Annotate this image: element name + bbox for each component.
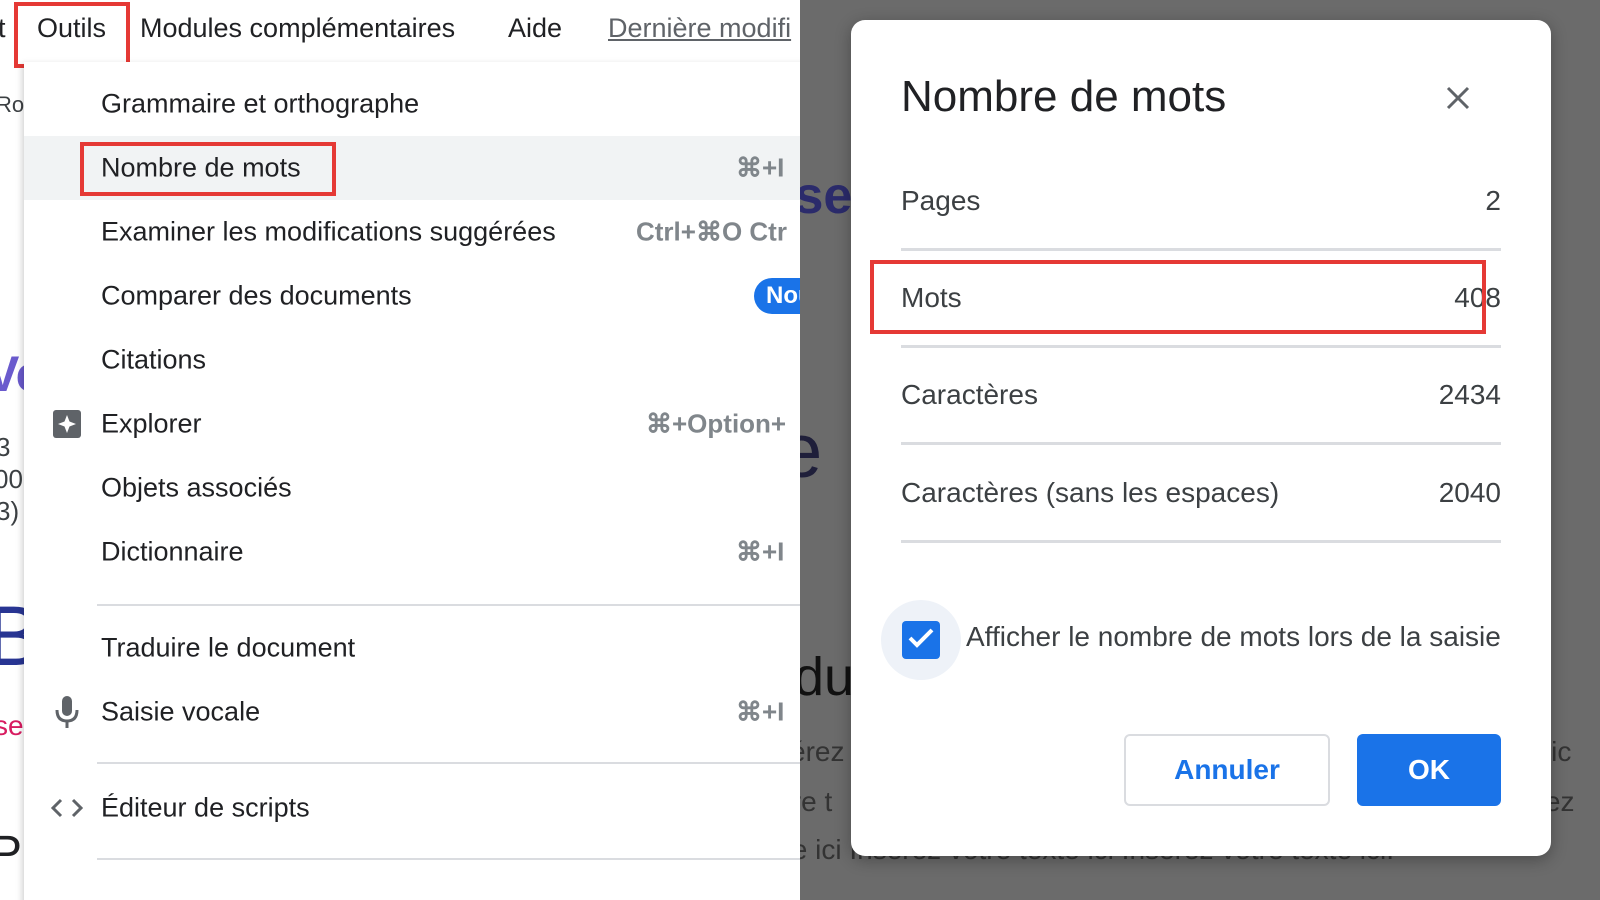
menu-item-shortcut: ⌘+I [736,696,785,727]
stat-value: 2040 [1438,477,1501,508]
show-word-count-checkbox[interactable] [902,621,940,659]
stat-row-pages: Pages 2 [901,152,1501,250]
menu-divider [97,858,800,860]
doc-fragment: tre t [800,786,833,817]
menu-item-label: Objets associés [101,472,292,503]
menu-divider [97,604,800,606]
menu-item-citations[interactable]: Citations [24,328,800,392]
dialog-title: Nombre de mots [901,72,1227,121]
menu-item-label: Citations [101,344,207,375]
word-count-dialog: Nombre de mots Pages 2 Mots 408 Caractèr… [851,20,1551,856]
docs-menu-panel: Ro Vo 3 00 3) B se Pr t Outils Modules c… [0,0,800,900]
close-button[interactable] [1436,78,1480,122]
menu-item-label: Dictionnaire [101,536,244,567]
code-icon [50,791,84,825]
menu-item-linked-objects[interactable]: Objets associés [24,456,800,520]
tools-dropdown-menu: Grammaire et orthographe Nombre de mots … [24,62,800,900]
menu-item-word-count[interactable]: Nombre de mots ⌘+I [24,136,800,200]
menu-bar-item-modules[interactable]: Modules complémentaires [140,13,455,44]
menu-item-label: Saisie vocale [101,696,261,727]
menu-item-shortcut: ⌘+I [736,152,785,183]
doc-fragment: se [0,710,24,741]
menu-bar-item-aide[interactable]: Aide [508,13,562,44]
cancel-button[interactable]: Annuler [1124,734,1330,806]
menu-bar-item-cut[interactable]: t [0,13,6,44]
menu-item-script-editor[interactable]: Éditeur de scripts [24,776,800,840]
doc-fragment: 00 [0,464,23,494]
stat-label: Caractères (sans les espaces) [901,477,1280,508]
ok-button[interactable]: OK [1357,734,1501,806]
menu-bar: t Outils Modules complémentaires Aide De… [0,0,800,62]
doc-fragment: 3 [0,432,11,462]
doc-fragment: ise [800,167,853,225]
menu-item-label: Éditeur de scripts [101,792,310,823]
menu-item-grammar[interactable]: Grammaire et orthographe [24,72,800,136]
stat-value: 2434 [1438,379,1501,410]
explore-icon [50,407,84,441]
close-icon [1445,85,1471,116]
menu-item-shortcut: ⌘+Option+ [646,408,787,439]
menu-item-shortcut: ⌘+I [736,536,785,567]
menu-item-label: Examiner les modifications suggérées [101,216,556,247]
new-badge: Nou [754,278,800,314]
checkbox-label[interactable]: Afficher le nombre de mots lors de la sa… [966,621,1501,653]
menu-item-dictionary[interactable]: Dictionnaire ⌘+I [24,520,800,584]
menu-item-shortcut: Ctrl+⌘O Ctr [636,216,787,247]
stat-row-characters-no-spaces: Caractères (sans les espaces) 2040 [901,444,1501,542]
doc-fragment: e [800,409,823,494]
doc-fragment: du [800,647,855,707]
menu-divider [97,762,800,764]
stat-value: 408 [1454,282,1501,313]
microphone-icon [50,695,84,729]
menu-item-review-suggestions[interactable]: Examiner les modifications suggérées Ctr… [24,200,800,264]
menu-item-explore[interactable]: Explorer ⌘+Option+ [24,392,800,456]
stat-row-words: Mots 408 [901,249,1501,347]
stat-label: Mots [901,282,962,313]
doc-fragment: 3) [0,496,20,526]
menu-item-label: Traduire le document [101,632,356,663]
stat-row-characters: Caractères 2434 [901,346,1501,444]
menu-item-label: Grammaire et orthographe [101,88,420,119]
menu-item-label: Explorer [101,408,202,439]
row-divider [901,540,1501,543]
checkmark-icon [907,627,935,654]
stat-value: 2 [1485,185,1501,216]
menu-item-label: Comparer des documents [101,280,412,311]
menu-bar-item-outils[interactable]: Outils [37,13,106,44]
menu-item-voice-typing[interactable]: Saisie vocale ⌘+I [24,680,800,744]
menu-item-label: Nombre de mots [101,152,301,183]
checkbox-ripple [881,600,961,680]
menu-item-compare-documents[interactable]: Comparer des documents Nou [24,264,800,328]
doc-fragment: sérez [800,736,845,767]
menu-item-translate[interactable]: Traduire le document [24,616,800,680]
stat-label: Pages [901,185,981,216]
last-edit-link[interactable]: Dernière modifi [608,13,791,44]
doc-fragment: Ro [0,92,25,117]
stat-label: Caractères [901,379,1038,410]
word-count-panel: ise e du sérez tre t te ic érez te ici I… [800,0,1600,900]
